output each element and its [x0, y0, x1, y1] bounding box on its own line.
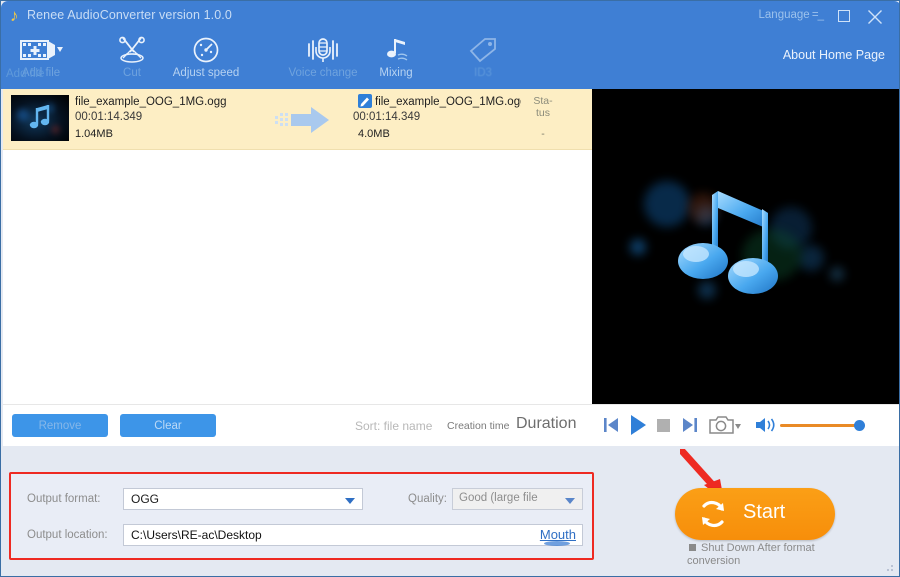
toolbar-item-cut[interactable]: Cut — [99, 35, 165, 87]
speedometer-icon — [163, 35, 249, 65]
shutdown-label-line1: Shut Down After format — [701, 542, 815, 554]
clear-button[interactable]: Clear — [120, 414, 216, 437]
play-icon[interactable] — [628, 414, 648, 436]
arrow-right-icon — [275, 107, 329, 133]
target-file-name: file_example_OOG_1MG.ogg — [375, 96, 521, 108]
close-button[interactable] — [865, 7, 885, 25]
camera-icon[interactable] — [709, 415, 741, 437]
app-title: Renee AudioConverter version 1.0.0 — [27, 8, 232, 22]
language-selector[interactable]: Language =_ — [758, 9, 825, 21]
stop-icon[interactable] — [657, 419, 670, 432]
status-badge: - — [541, 128, 545, 140]
quality-label: Quality: — [408, 493, 447, 505]
status-header-line2: tus — [535, 107, 550, 119]
output-location-input[interactable]: C:\Users\RE-ac\Desktop Mouth — [123, 524, 583, 546]
output-format-select[interactable]: OGG — [123, 488, 363, 510]
language-label: Language — [758, 9, 810, 21]
maximize-button[interactable] — [835, 7, 855, 25]
browse-link[interactable]: Mouth — [540, 527, 576, 542]
toolbar-item-id3[interactable]: ID3 — [447, 35, 519, 87]
chevron-down-icon — [565, 498, 575, 504]
volume-slider-track[interactable] — [780, 424, 861, 427]
maximize-icon — [838, 10, 850, 22]
remove-button[interactable]: Remove — [12, 414, 108, 437]
sort-by-creation-time[interactable]: Creation time — [447, 420, 509, 432]
shutdown-label-line2: conversion — [687, 555, 741, 567]
start-button-label: Start — [743, 501, 786, 523]
toolbar-item-add-file[interactable]: Add file Add file — [3, 35, 79, 87]
refresh-circle-icon — [702, 500, 724, 528]
quality-select[interactable]: Good (large file — [452, 488, 583, 510]
toolbar-item-adjust-speed-label: Adjust speed — [172, 67, 240, 79]
toolbar-item-cut-label: Cut — [123, 67, 141, 79]
toolbar-item-add-file-label: Add file Add file — [6, 67, 61, 80]
shutdown-checkbox[interactable] — [689, 544, 696, 551]
music-note-icon: ♪ — [10, 6, 19, 25]
preview-music-note — [678, 191, 778, 294]
microphone-icon — [273, 35, 373, 65]
album-art-thumbnail — [11, 95, 69, 141]
source-file-name: file_example_OOG_1MG.ogg — [75, 96, 227, 108]
source-file-size: 1.04MB — [75, 128, 113, 140]
source-duration: 00:01:14.349 — [75, 111, 143, 123]
language-dropdown-icon: =_ — [809, 9, 824, 21]
about-home-page-link[interactable]: About Home Page — [783, 48, 885, 62]
preview-panel[interactable] — [592, 89, 899, 404]
status-column: Sta- tus - — [526, 95, 560, 140]
status-header-line1: Sta- — [533, 95, 553, 107]
pencil-edit-icon[interactable] — [358, 94, 372, 108]
add-film-strip-icon — [3, 35, 79, 65]
start-button[interactable]: Start — [675, 488, 835, 540]
toolbar-item-adjust-speed[interactable]: Adjust speed — [163, 35, 249, 87]
toolbar-item-voice-change-label: Voice change — [288, 67, 358, 79]
sort-by-duration[interactable]: Duration — [516, 415, 576, 433]
app-window: ♪ Renee AudioConverter version 1.0.0 Lan… — [0, 0, 900, 577]
output-location-value: C:\Users\RE-ac\Desktop — [131, 528, 262, 542]
thumbnail-note-icon — [29, 105, 50, 129]
volume-slider-knob[interactable] — [854, 420, 865, 431]
chevron-down-icon — [345, 498, 355, 504]
table-row[interactable]: file_example_OOG_1MG.ogg 00:01:14.349 1.… — [3, 89, 592, 150]
title-toolbar-band: ♪ Renee AudioConverter version 1.0.0 Lan… — [1, 1, 899, 89]
toolbar-item-id3-label: ID3 — [474, 67, 492, 79]
close-icon — [868, 10, 882, 24]
target-duration: 00:01:14.349 — [353, 111, 421, 123]
scissors-icon — [99, 35, 165, 65]
sort-by-file-name[interactable]: Sort: file name — [355, 419, 432, 433]
skip-next-icon[interactable] — [682, 416, 698, 434]
file-list-panel: file_example_OOG_1MG.ogg 00:01:14.349 1.… — [3, 89, 592, 404]
toolbar-item-voice-change[interactable]: Voice change — [273, 35, 373, 87]
list-actions-bar: Remove Clear Sort: file name Creation ti… — [3, 404, 592, 446]
mixing-note-icon — [363, 35, 429, 65]
toolbar-label-ghost: Add file — [6, 68, 45, 80]
output-settings-panel: Output format: OGG Quality: Good (large … — [9, 472, 594, 560]
output-location-label: Output location: — [27, 529, 108, 541]
browse-smudge — [544, 541, 570, 546]
speaker-volume-icon[interactable] — [755, 416, 777, 434]
quality-value: Good (large file — [459, 492, 538, 504]
target-file-size: 4.0MB — [358, 128, 390, 140]
resize-grip[interactable] — [883, 561, 895, 573]
toolbar-item-mixing[interactable]: Mixing — [363, 35, 429, 87]
toolbar-item-mixing-label: Mixing — [379, 67, 413, 79]
output-format-value: OGG — [131, 492, 160, 506]
player-controls-bar — [592, 404, 899, 446]
tag-icon — [447, 35, 519, 65]
title-bar: ♪ Renee AudioConverter version 1.0.0 Lan… — [1, 1, 899, 31]
output-format-label: Output format: — [27, 493, 101, 505]
skip-previous-icon[interactable] — [603, 416, 619, 434]
